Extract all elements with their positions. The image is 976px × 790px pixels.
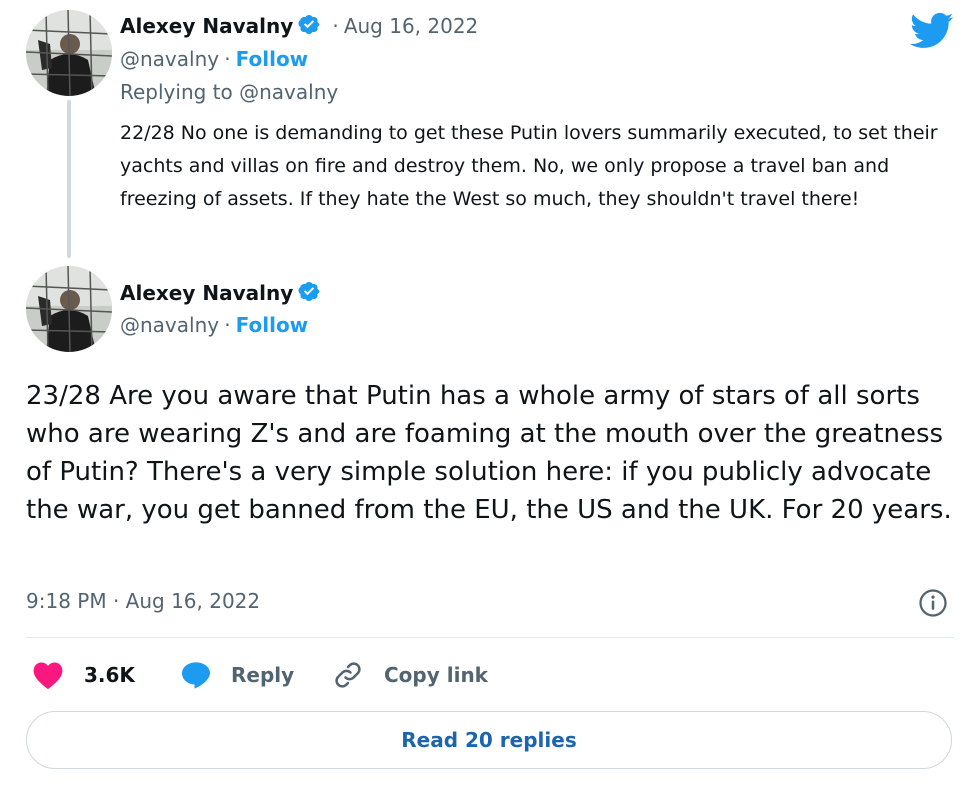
divider: [26, 637, 954, 638]
avatar-image: [26, 266, 112, 352]
replying-to: Replying to @navalny: [120, 80, 339, 104]
info-icon: [919, 589, 947, 617]
main-header: Alexey Navalny: [120, 280, 321, 305]
avatar[interactable]: [26, 266, 112, 352]
verified-badge-icon: [298, 282, 320, 301]
reply-button[interactable]: Reply: [180, 660, 294, 690]
twitter-logo[interactable]: [910, 12, 954, 54]
parent-header: Alexey Navalny · Aug 16, 2022: [120, 13, 478, 38]
reply-bubble-icon: [182, 662, 210, 689]
author-name[interactable]: Alexey Navalny: [120, 281, 293, 305]
twitter-bird-icon: [910, 12, 954, 48]
like-count: 3.6K: [84, 663, 135, 687]
reply-label: Reply: [231, 663, 295, 687]
tweet-date[interactable]: Aug 16, 2022: [344, 14, 478, 38]
main-tweet-text: 23/28 Are you aware that Putin has a who…: [26, 381, 952, 525]
separator: ·: [332, 14, 339, 38]
read-replies-label: Read 20 replies: [401, 728, 577, 752]
parent-tweet-text: 22/28 No one is demanding to get these P…: [120, 122, 938, 210]
thread-line: [67, 100, 71, 258]
verified-badge-icon: [298, 15, 320, 34]
read-replies-button[interactable]: Read 20 replies: [26, 711, 952, 769]
tweet-timestamp[interactable]: 9:18 PM · Aug 16, 2022: [26, 589, 260, 613]
main-handle-row: @navalny · Follow: [120, 313, 308, 337]
avatar-image: [26, 10, 112, 96]
follow-button[interactable]: Follow: [236, 47, 309, 71]
author-handle[interactable]: @navalny: [120, 313, 219, 337]
like-button[interactable]: 3.6K: [32, 660, 135, 690]
separator: ·: [224, 47, 231, 71]
link-icon: [335, 662, 361, 688]
separator: ·: [224, 313, 231, 337]
author-handle[interactable]: @navalny: [120, 47, 219, 71]
follow-button[interactable]: Follow: [236, 313, 309, 337]
author-name[interactable]: Alexey Navalny: [120, 14, 293, 38]
avatar[interactable]: [26, 10, 112, 96]
copy-link-label: Copy link: [384, 663, 488, 687]
info-button[interactable]: [918, 588, 948, 622]
heart-icon: [33, 662, 63, 690]
copy-link-button[interactable]: Copy link: [333, 660, 488, 690]
parent-handle-row: @navalny · Follow: [120, 47, 308, 71]
